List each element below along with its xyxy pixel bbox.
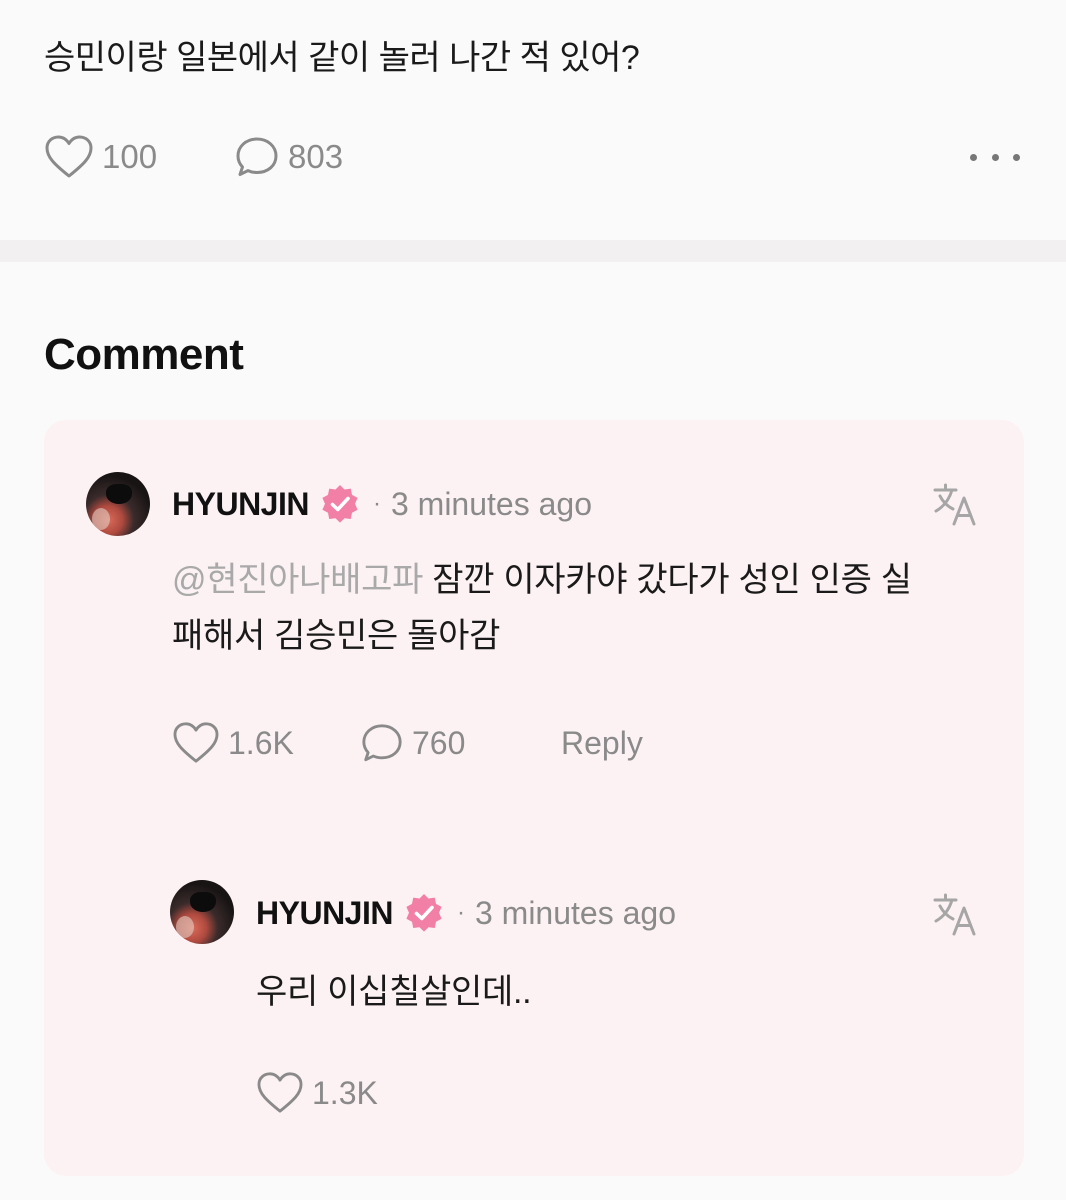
comment-like-count: 1.6K [228,724,294,761]
post-actions: 100 803 [44,130,1024,184]
comment-reply-count-button[interactable]: 760 [360,716,465,770]
reply-meta: HYUNJIN · 3 minutes ago [256,889,676,937]
post-comment-count: 803 [288,138,344,175]
translate-icon[interactable] [932,482,978,528]
reply-like-count: 1.3K [312,1074,378,1111]
heart-icon [257,1072,303,1113]
mention-link[interactable]: @현진아나배고파 [172,561,423,599]
post-comment-button[interactable]: 803 [234,130,343,184]
separator-dot: · [456,899,465,926]
post-text: 승민이랑 일본에서 같이 놀러 나간 적 있어? [44,39,640,77]
comment-like-button[interactable]: 1.6K [172,716,294,770]
comment-card: HYUNJIN · 3 minutes ago @현진아나배고파 잠깐 이자카야… [44,420,1024,1176]
verified-badge-icon [406,894,442,932]
comment-section-title: Comment [44,330,244,379]
comment-actions: 1.6K 760 Reply [172,716,772,770]
comment-meta: HYUNJIN · 3 minutes ago [172,480,592,528]
comment-bubble-icon [236,137,278,176]
heart-icon [173,722,219,763]
reply-button[interactable]: Reply [561,716,643,770]
heart-icon [45,135,93,178]
comment-text-line1: 잠깐 이자카야 갔다가 성인 인증 실 [423,561,912,599]
avatar[interactable] [86,472,150,536]
reply-actions: 1.3K [256,1066,556,1120]
translate-icon[interactable] [932,892,978,938]
timestamp: 3 minutes ago [474,894,676,931]
more-dot-icon [991,153,999,161]
reply-label: Reply [561,724,643,761]
reply-like-button[interactable]: 1.3K [256,1066,378,1120]
separator-dot: · [372,490,381,517]
more-dot-icon [970,153,977,161]
comment-reply-count: 760 [412,724,466,761]
post-like-button[interactable]: 100 [44,130,157,184]
timestamp: 3 minutes ago [390,485,592,522]
more-options-button[interactable] [970,140,1020,174]
username[interactable]: HYUNJIN [256,895,393,932]
section-divider [0,240,1066,262]
post-like-count: 100 [102,138,158,175]
more-dot-icon [1013,153,1020,161]
avatar[interactable] [170,880,234,944]
comment-text-line2: 패해서 김승민은 돌아감 [172,617,501,655]
reply-text: 우리 이십칠살인데.. [256,973,532,1011]
verified-badge-icon [322,485,358,523]
comment-bubble-icon [362,724,402,762]
username[interactable]: HYUNJIN [172,486,309,523]
comment-text: @현진아나배고파 잠깐 이자카야 갔다가 성인 인증 실 패해서 김승민은 돌아… [172,552,912,664]
